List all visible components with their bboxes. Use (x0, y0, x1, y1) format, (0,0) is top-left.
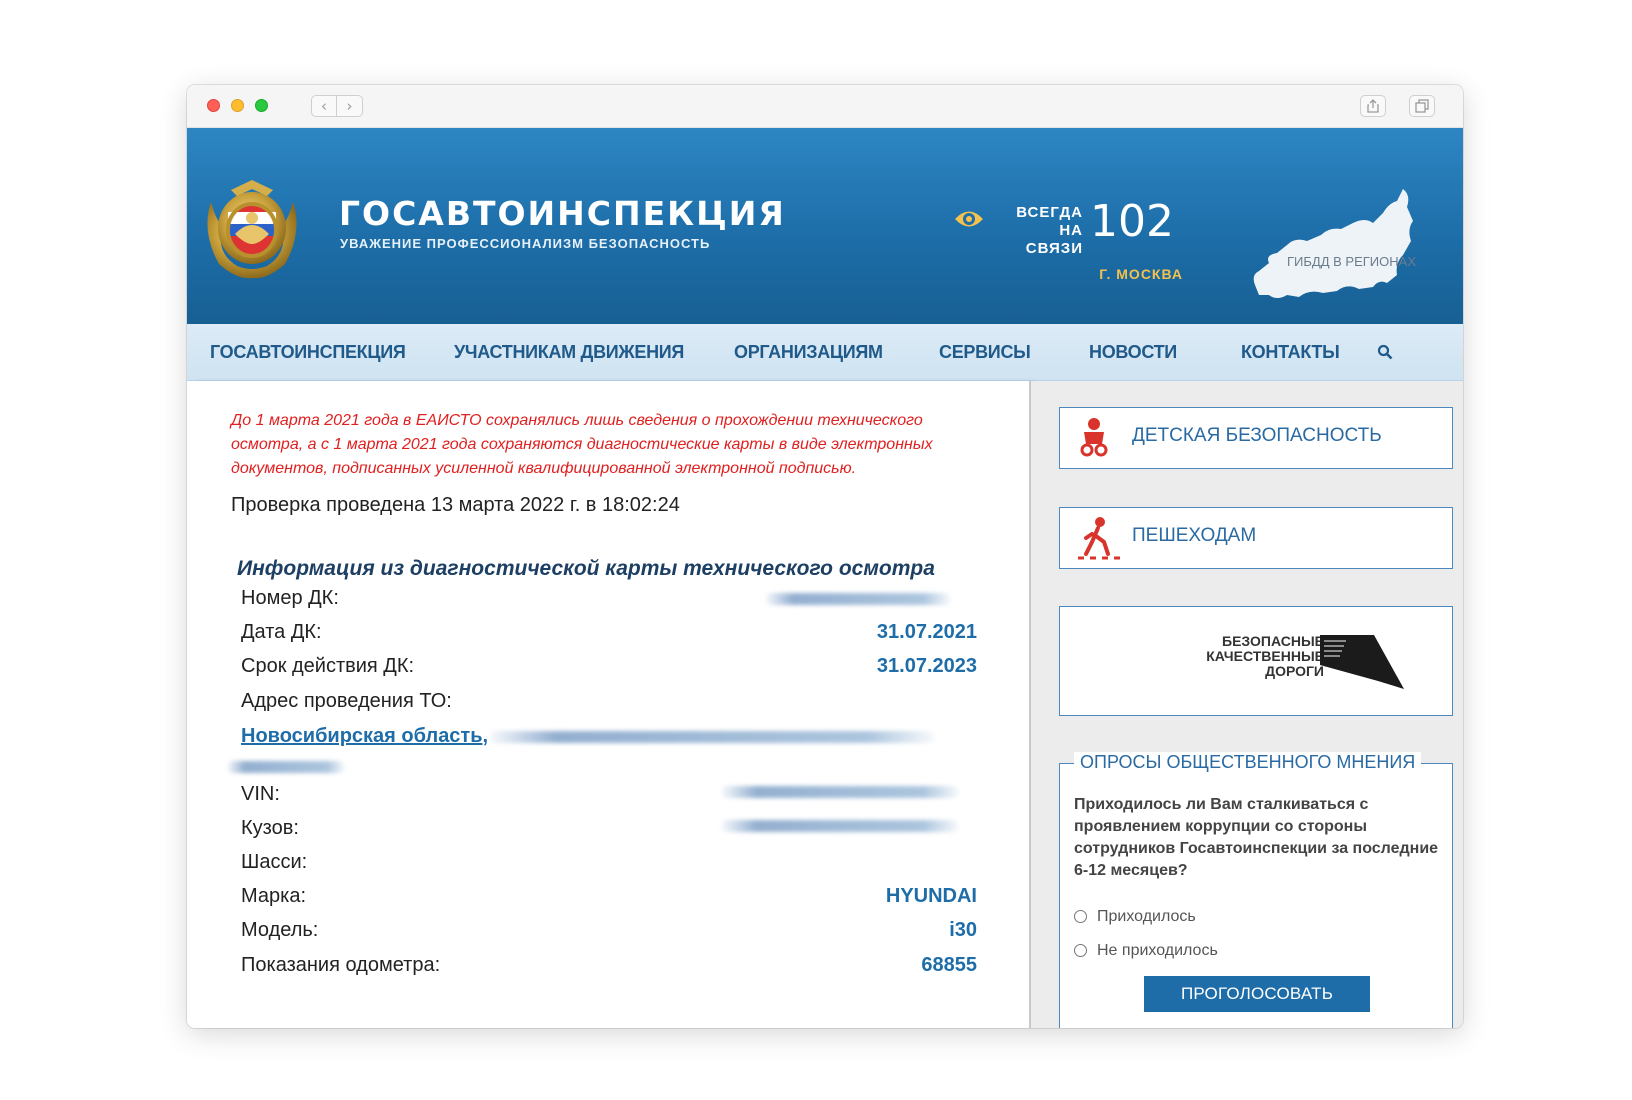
poll-box: ОПРОСЫ ОБЩЕСТВЕННОГО МНЕНИЯ Приходилось … (1059, 752, 1453, 1028)
poll-legend: ОПРОСЫ ОБЩЕСТВЕННОГО МНЕНИЯ (1074, 752, 1422, 773)
dk-valid-value: 31.07.2023 (876, 655, 977, 677)
section-title: Информация из диагностической карты техн… (237, 557, 935, 580)
poll-option-no[interactable]: Не приходилось (1074, 942, 1218, 960)
gai-emblem-logo[interactable] (197, 172, 307, 284)
tabs-icon (1415, 99, 1429, 113)
forward-button[interactable]: › (337, 95, 363, 117)
pedestrians-label: ПЕШЕХОДАМ (1132, 525, 1257, 546)
site-subtitle: УВАЖЕНИЕ ПРОФЕССИОНАЛИЗМ БЕЗОПАСНОСТЬ (340, 236, 711, 251)
vote-button[interactable]: ПРОГОЛОСОВАТЬ (1144, 976, 1370, 1012)
menu-item-services[interactable]: СЕРВИСЫ (939, 342, 1031, 363)
back-button[interactable]: ‹ (311, 95, 337, 117)
sidebar: ДЕТСКАЯ БЕЗОПАСНОСТЬ ПЕШЕХОДАМ БЕЗОПАСНЫ… (1031, 381, 1463, 1028)
pedestrian-icon (1078, 517, 1120, 560)
browser-titlebar: ‹ › (187, 85, 1463, 128)
bkd-line2: КАЧЕСТВЕННЫЕ ДОРОГИ (1206, 648, 1324, 679)
browser-window: ‹ › ГОСАВТОИНСПЕКЦИЯ УВАЖЕНИЕ ПРОФЕССИОН… (187, 85, 1463, 1028)
always-on-line-label: ВСЕГДА НА СВЯЗИ (1007, 204, 1083, 258)
main-menu: ГОСАВТОИНСПЕКЦИЯ УЧАСТНИКАМ ДВИЖЕНИЯ ОРГ… (187, 324, 1463, 381)
eaisto-notice: До 1 марта 2021 года в ЕАИСТО сохранялис… (231, 412, 933, 477)
menu-item-organizations[interactable]: ОРГАНИЗАЦИЯМ (734, 342, 883, 363)
check-date: Проверка проведена 13 марта 2022 г. в 18… (231, 494, 680, 516)
bkd-text: БЕЗОПАСНЫЕ КАЧЕСТВЕННЫЕ ДОРОГИ (1144, 634, 1324, 679)
odometer-value: 68855 (921, 954, 977, 976)
address-redacted (489, 731, 935, 743)
bkd-banner[interactable]: БЕЗОПАСНЫЕ КАЧЕСТВЕННЫЕ ДОРОГИ (1059, 606, 1453, 716)
model-label: Модель: (241, 919, 319, 941)
child-safety-label: ДЕТСКАЯ БЕЗОПАСНОСТЬ (1132, 425, 1382, 446)
poll-question: Приходилось ли Вам сталкиваться с проявл… (1074, 796, 1439, 879)
dk-number-redacted (765, 593, 951, 605)
vin-redacted (721, 786, 959, 798)
radio-no[interactable] (1074, 944, 1087, 958)
brand-label: Марка: (241, 885, 306, 907)
menu-item-news[interactable]: НОВОСТИ (1089, 342, 1177, 363)
tabs-button[interactable] (1409, 95, 1435, 117)
national-projects-logo (1320, 635, 1404, 689)
regions-label[interactable]: ГИБДД В РЕГИОНАХ (1287, 254, 1416, 269)
menu-item-gosavtoinspekciya[interactable]: ГОСАВТОИНСПЕКЦИЯ (210, 342, 406, 363)
vin-label: VIN: (241, 783, 280, 805)
site-header: ГОСАВТОИНСПЕКЦИЯ УВАЖЕНИЕ ПРОФЕССИОНАЛИЗ… (187, 128, 1463, 324)
city-selector[interactable]: Г. МОСКВА (1063, 266, 1183, 282)
dk-valid-label: Срок действия ДК: (241, 655, 415, 677)
russia-map-icon[interactable] (1247, 183, 1417, 313)
address-label: Адрес проведения ТО: (241, 690, 452, 712)
zoom-window-button[interactable] (255, 99, 268, 112)
dk-number-label: Номер ДК: (241, 587, 339, 609)
menu-item-contacts[interactable]: КОНТАКТЫ (1241, 342, 1340, 363)
odometer-label: Показания одометра: (241, 954, 441, 976)
address-link[interactable]: Новосибирская область, (241, 725, 488, 748)
body-label: Кузов: (241, 817, 299, 839)
search-icon[interactable] (1377, 344, 1393, 360)
model-value: i30 (949, 919, 977, 941)
child-safety-card[interactable]: ДЕТСКАЯ БЕЗОПАСНОСТЬ (1059, 407, 1453, 469)
close-window-button[interactable] (207, 99, 220, 112)
chassis-label: Шасси: (241, 851, 308, 873)
child-icon (1080, 418, 1108, 457)
main-content: До 1 марта 2021 года в ЕАИСТО сохранялис… (187, 381, 1031, 1028)
pedestrians-card[interactable]: ПЕШЕХОДАМ (1059, 507, 1453, 569)
poll-option-yes[interactable]: Приходилось (1074, 908, 1196, 926)
hotline-number[interactable]: 102 (1090, 196, 1174, 247)
bkd-line1: БЕЗОПАСНЫЕ (1222, 633, 1324, 649)
poll-option-no-label: Не приходилось (1097, 942, 1218, 959)
site-title[interactable]: ГОСАВТОИНСПЕКЦИЯ (339, 194, 786, 233)
minimize-window-button[interactable] (231, 99, 244, 112)
eye-icon[interactable] (953, 208, 985, 230)
address-redacted-2 (227, 761, 345, 773)
dk-date-label: Дата ДК: (241, 621, 322, 643)
menu-item-participants[interactable]: УЧАСТНИКАМ ДВИЖЕНИЯ (454, 342, 684, 363)
always-line1: ВСЕГДА (1016, 204, 1083, 221)
dk-date-value: 31.07.2021 (876, 621, 977, 643)
radio-yes[interactable] (1074, 910, 1087, 924)
share-button[interactable] (1360, 95, 1386, 117)
brand-value: HYUNDAI (885, 885, 977, 907)
share-icon (1367, 99, 1379, 113)
always-line2: НА СВЯЗИ (1025, 222, 1083, 257)
poll-option-yes-label: Приходилось (1097, 908, 1196, 925)
body-redacted (721, 820, 959, 832)
